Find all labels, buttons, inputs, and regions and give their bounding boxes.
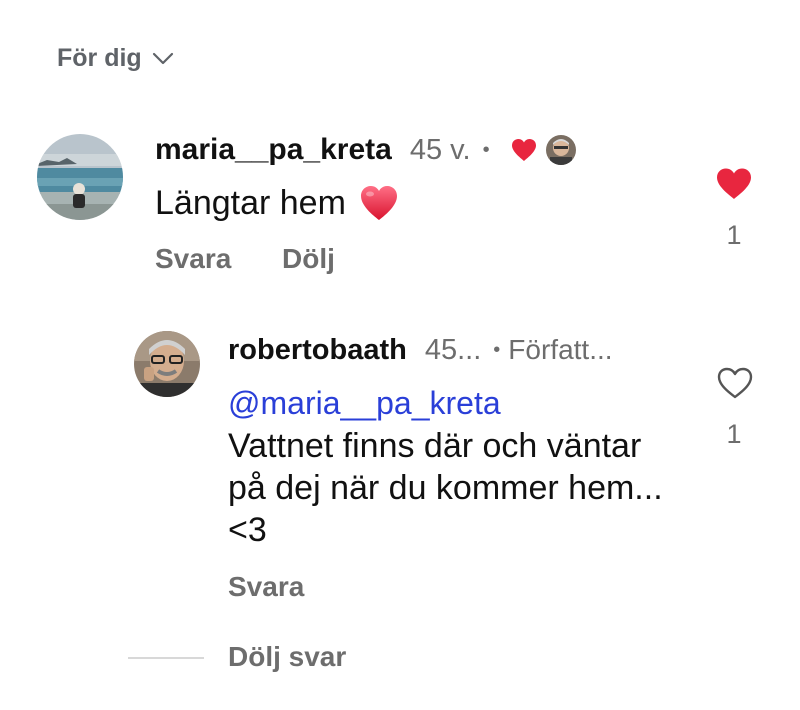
red-heart-emoji-icon <box>360 186 397 220</box>
comment-time: 45 v. <box>409 133 471 166</box>
comment-text: Längtar hem <box>155 183 346 222</box>
reply-to-reply-button[interactable]: Svara <box>228 571 304 603</box>
author-avatar-small <box>545 135 576 165</box>
reply-text: Vattnet finns där och väntar på dej när … <box>228 427 663 549</box>
author-badge: Författ... <box>508 334 613 365</box>
sort-dropdown[interactable]: För dig <box>57 44 174 73</box>
like-count: 1 <box>726 220 742 250</box>
reply-header: robertobaath 45... • Författ... <box>228 330 613 370</box>
like-outline-heart-icon[interactable] <box>716 366 754 400</box>
hide-button[interactable]: Dölj <box>282 243 335 275</box>
reply-time: 45... <box>424 333 482 366</box>
hide-replies-button[interactable]: Dölj svar <box>228 641 346 673</box>
comment-header: maria__pa_kreta 45 v. • <box>155 130 576 170</box>
avatar[interactable] <box>37 134 123 220</box>
reply-button[interactable]: Svara <box>155 243 231 275</box>
like-filled-heart-icon[interactable] <box>714 166 754 202</box>
mention-link[interactable]: @maria__pa_kreta <box>228 385 501 422</box>
chevron-down-icon <box>152 52 173 64</box>
comments-panel: För dig maria__pa_kreta 45 v. • Längtar … <box>0 0 800 710</box>
author-liked-heart-icon <box>511 139 536 161</box>
thread-divider <box>128 657 204 659</box>
comment-username[interactable]: maria__pa_kreta <box>155 133 392 167</box>
reply-username[interactable]: robertobaath <box>228 334 407 367</box>
sort-label: För dig <box>57 44 142 72</box>
comment-body: Längtar hem <box>155 183 400 223</box>
separator-dot: • <box>493 338 501 361</box>
reply-avatar[interactable] <box>134 331 200 397</box>
man-photo-avatar <box>134 331 200 397</box>
separator-dot: • <box>482 138 490 161</box>
beach-photo-avatar <box>37 134 123 220</box>
reply-like-count: 1 <box>726 419 742 449</box>
